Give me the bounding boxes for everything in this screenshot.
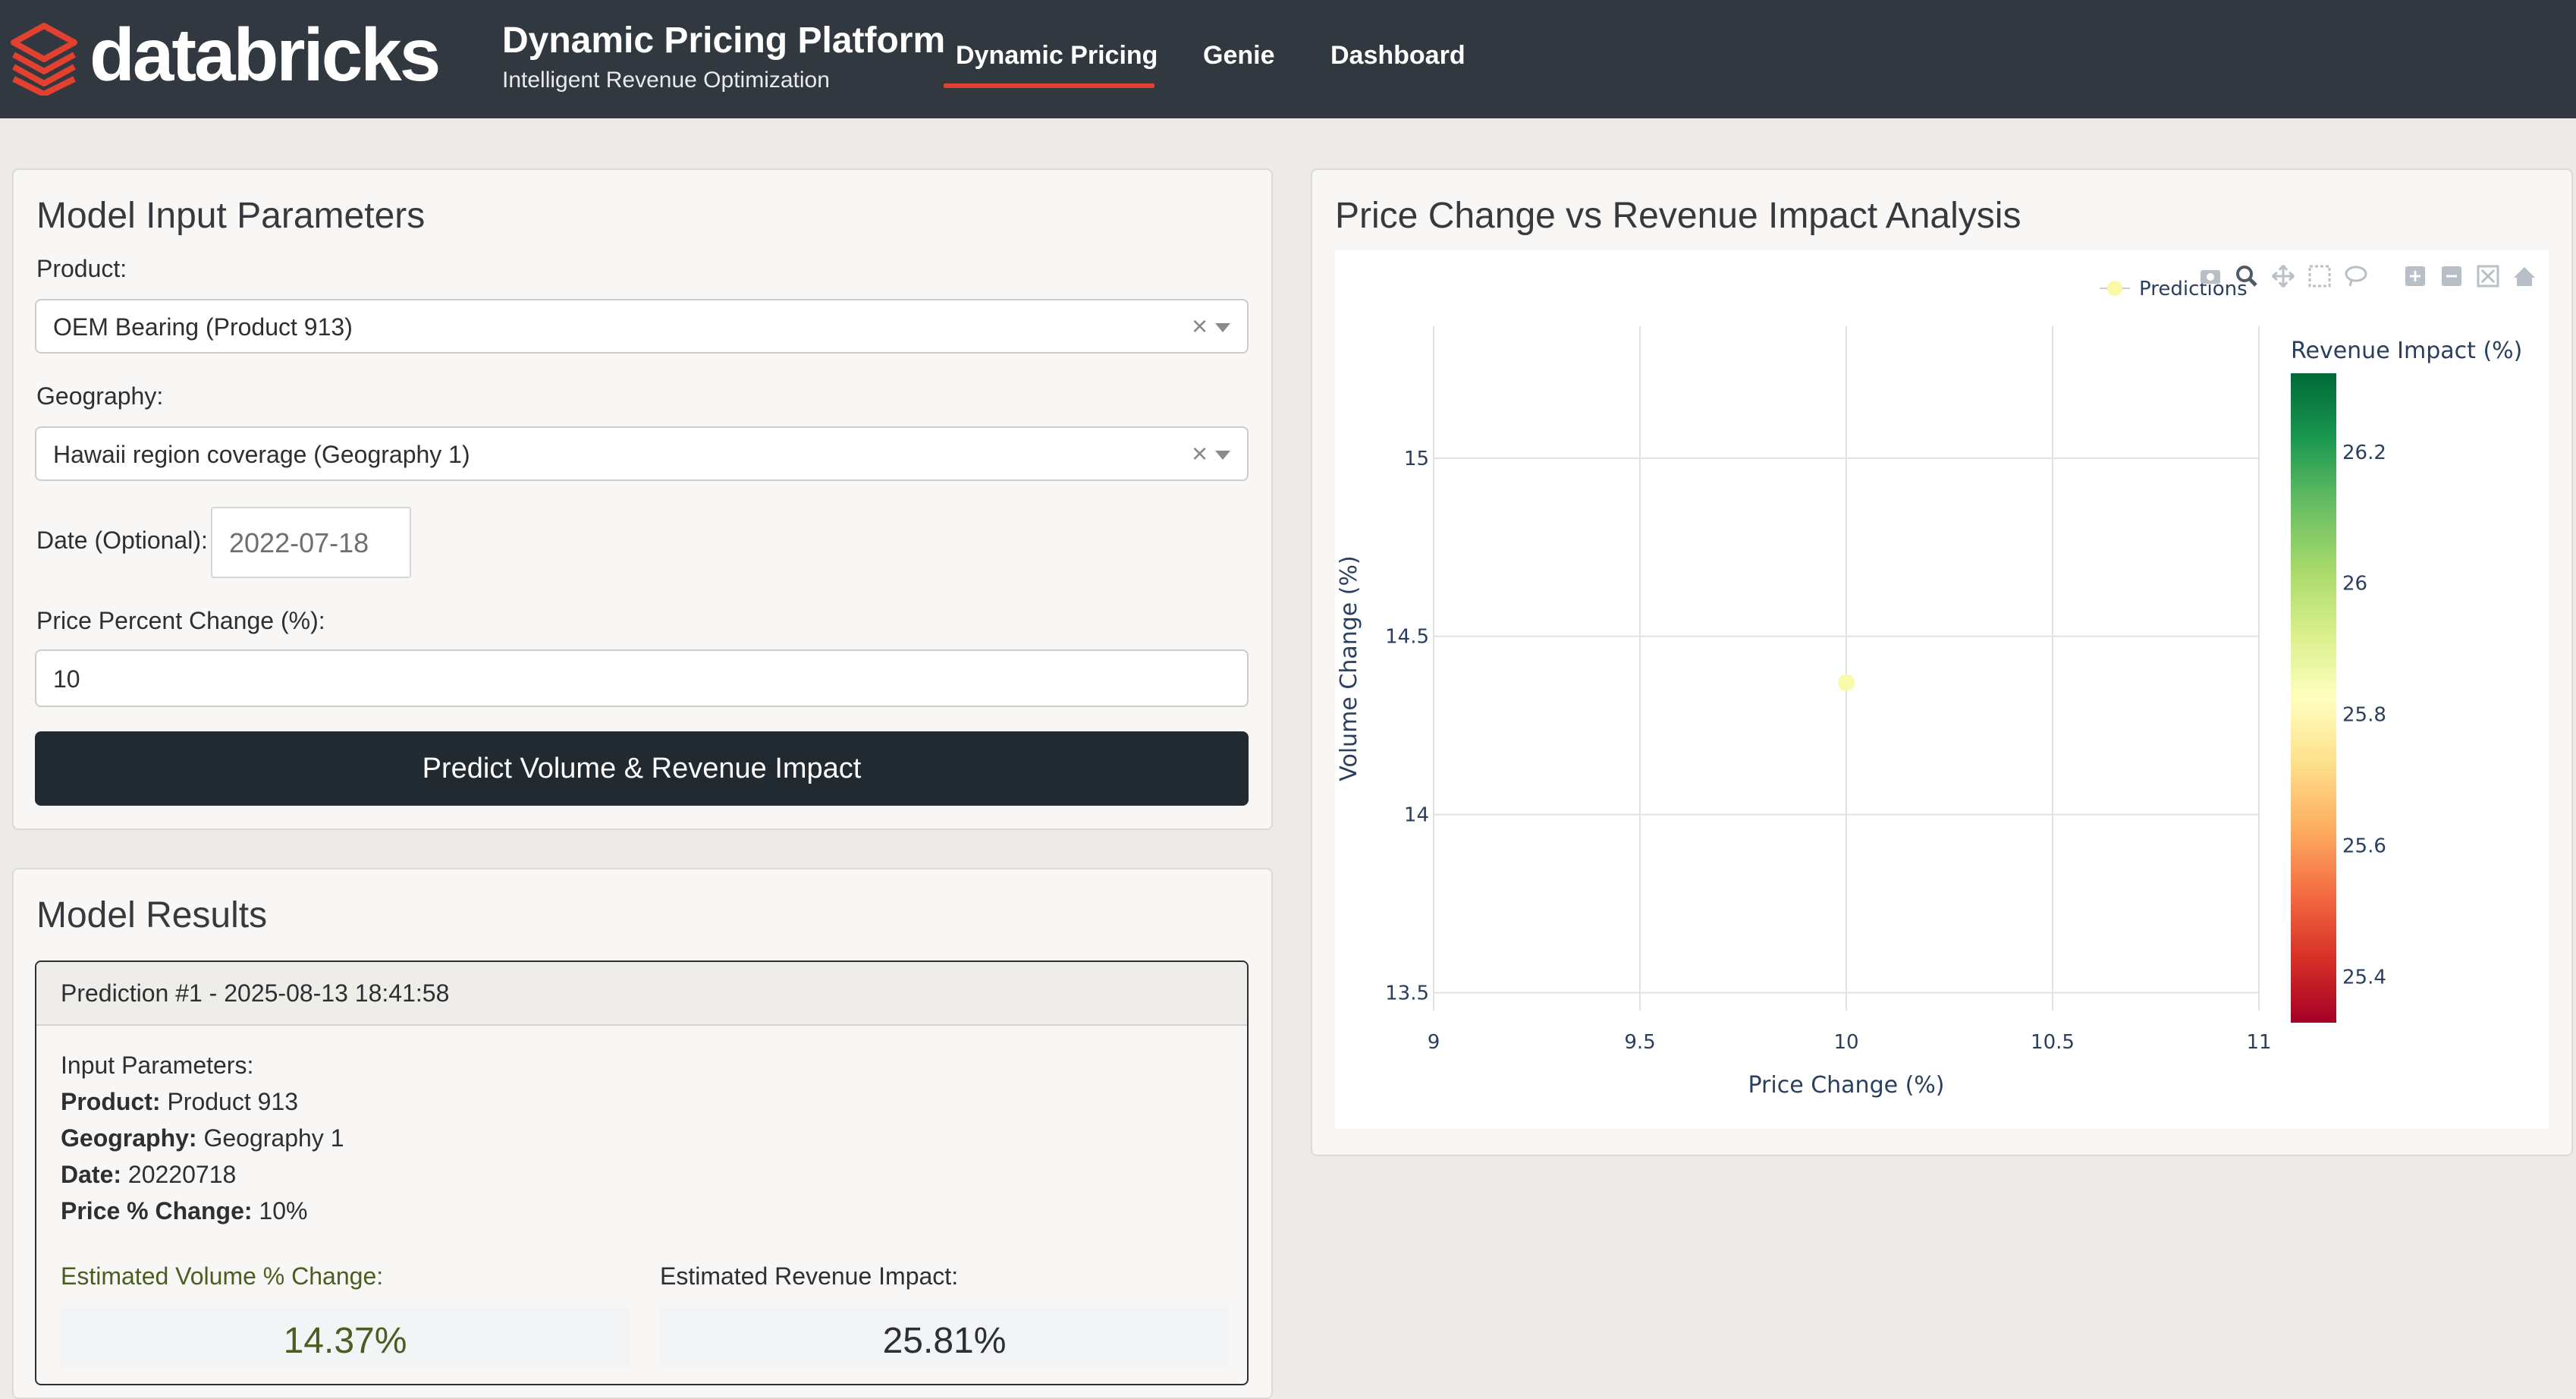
zoom-in-icon[interactable] xyxy=(2405,266,2425,286)
colorbar-tick-label: 26 xyxy=(2342,573,2367,596)
result-date-line: Date: 20220718 xyxy=(61,1159,236,1190)
geography-select[interactable]: Hawaii region coverage (Geography 1) × xyxy=(35,426,1249,481)
results-card-title: Model Results xyxy=(36,895,268,935)
result-product-value: Product 913 xyxy=(167,1088,298,1115)
geography-select-value: Hawaii region coverage (Geography 1) xyxy=(53,441,470,468)
lasso-tail xyxy=(2348,279,2353,287)
result-date-value: 20220718 xyxy=(127,1161,237,1188)
lasso-select-icon[interactable] xyxy=(2345,266,2367,287)
top-navbar: databricks Dynamic Pricing Platform Inte… xyxy=(0,0,2576,118)
result-price-key: Price % Change: xyxy=(61,1197,253,1225)
result-geography-value: Geography 1 xyxy=(203,1124,344,1152)
y-tick-label: 14.5 xyxy=(1385,626,1429,649)
geography-chevron-down-icon[interactable] xyxy=(1215,451,1230,460)
product-clear-icon[interactable]: × xyxy=(1192,310,1208,343)
home-shape xyxy=(2514,267,2535,286)
volume-change-value: 14.37% xyxy=(283,1321,407,1361)
product-select[interactable]: OEM Bearing (Product 913) × xyxy=(35,299,1249,354)
camera-lens xyxy=(2207,273,2214,281)
x-tick-label: 10.5 xyxy=(2031,1031,2075,1054)
prediction-header-text: Prediction #1 - 2025-08-13 18:41:58 xyxy=(61,979,450,1007)
scatter-chart[interactable]: 9 9.5 10 10.5 11 13.5 14 14.5 15 Price Change (%)… xyxy=(1335,250,2549,1129)
input-card-title: Model Input Parameters xyxy=(36,196,426,236)
chart-card-title: Price Change vs Revenue Impact Analysis xyxy=(1335,196,2022,236)
price-change-label: Price Percent Change (%): xyxy=(36,607,325,634)
legend-marker-icon xyxy=(2107,281,2122,296)
product-select-value: OEM Bearing (Product 913) xyxy=(53,313,353,341)
y-axis-title: Volume Change (%) xyxy=(1336,555,1362,781)
colorbar-tick-label: 25.4 xyxy=(2342,966,2386,989)
lasso-loop xyxy=(2345,266,2367,282)
legend-label[interactable]: Predictions xyxy=(2139,278,2248,300)
geography-label: Geography: xyxy=(36,382,164,410)
active-tab-indicator xyxy=(944,83,1154,88)
date-label: Date (Optional): xyxy=(36,527,208,554)
databricks-logo-icon xyxy=(11,23,77,96)
result-product-key: Product: xyxy=(61,1088,161,1115)
app-title: Dynamic Pricing Platform xyxy=(502,20,946,61)
tab-dashboard[interactable]: Dashboard xyxy=(1330,38,1465,73)
colorbar-tick-label: 25.6 xyxy=(2342,835,2386,858)
box-select-rect xyxy=(2308,265,2331,288)
x-tick-label: 10 xyxy=(1833,1031,1858,1054)
result-geography-line: Geography: Geography 1 xyxy=(61,1123,344,1153)
predict-button[interactable]: Predict Volume & Revenue Impact xyxy=(35,731,1249,806)
price-change-value: 10 xyxy=(53,665,80,693)
tab-genie[interactable]: Genie xyxy=(1203,38,1274,73)
prediction-header: Prediction #1 - 2025-08-13 18:41:58 xyxy=(36,962,1247,1026)
x-axis-title: Price Change (%) xyxy=(1748,1072,1944,1099)
result-product-line: Product: Product 913 xyxy=(61,1086,298,1117)
price-change-input[interactable]: 10 xyxy=(35,649,1249,707)
input-params-label: Input Parameters: xyxy=(61,1052,254,1079)
y-tick-label: 15 xyxy=(1404,448,1429,470)
camera-icon[interactable] xyxy=(2201,270,2220,284)
volume-change-label: Estimated Volume % Change: xyxy=(61,1262,384,1290)
colorbar xyxy=(2291,373,2336,1023)
product-chevron-down-icon[interactable] xyxy=(1215,323,1230,332)
pan-arrows xyxy=(2272,265,2295,288)
revenue-impact-value: 25.81% xyxy=(882,1321,1007,1361)
y-tick-label: 14 xyxy=(1404,804,1429,827)
databricks-logo-text: databricks xyxy=(90,13,441,96)
colorbar-tick-label: 26.2 xyxy=(2342,442,2386,464)
colorbar-tick-label: 25.8 xyxy=(2342,704,2386,727)
prediction-card: Prediction #1 - 2025-08-13 18:41:58 Inpu… xyxy=(35,960,1249,1385)
tab-dynamic-pricing[interactable]: Dynamic Pricing xyxy=(956,38,1158,73)
product-label: Product: xyxy=(36,255,127,282)
result-geography-key: Geography: xyxy=(61,1124,197,1152)
reset-axes-icon[interactable] xyxy=(2514,267,2535,286)
result-date-key: Date: xyxy=(61,1161,122,1188)
autoscale-icon[interactable] xyxy=(2477,265,2499,288)
y-tick-label: 13.5 xyxy=(1385,982,1429,1005)
date-input-value: 2022-07-18 xyxy=(229,527,369,558)
geography-clear-icon[interactable]: × xyxy=(1192,437,1208,470)
date-input[interactable]: 2022-07-18 xyxy=(211,507,411,578)
pan-icon[interactable] xyxy=(2272,265,2295,288)
x-tick-label: 11 xyxy=(2246,1031,2271,1054)
data-point[interactable] xyxy=(1838,674,1855,691)
revenue-impact-label: Estimated Revenue Impact: xyxy=(660,1262,959,1290)
autoscale-arrows xyxy=(2480,269,2496,284)
result-price-value: 10% xyxy=(259,1197,308,1225)
zoom-out-icon[interactable] xyxy=(2442,266,2461,286)
box-select-icon[interactable] xyxy=(2308,265,2331,288)
x-tick-label: 9 xyxy=(1428,1031,1440,1054)
app-subtitle: Intelligent Revenue Optimization xyxy=(502,68,830,93)
magnifier-handle xyxy=(2248,278,2257,287)
x-tick-label: 9.5 xyxy=(1624,1031,1655,1054)
result-price-line: Price % Change: 10% xyxy=(61,1196,307,1226)
colorbar-title: Revenue Impact (%) xyxy=(2291,338,2522,364)
